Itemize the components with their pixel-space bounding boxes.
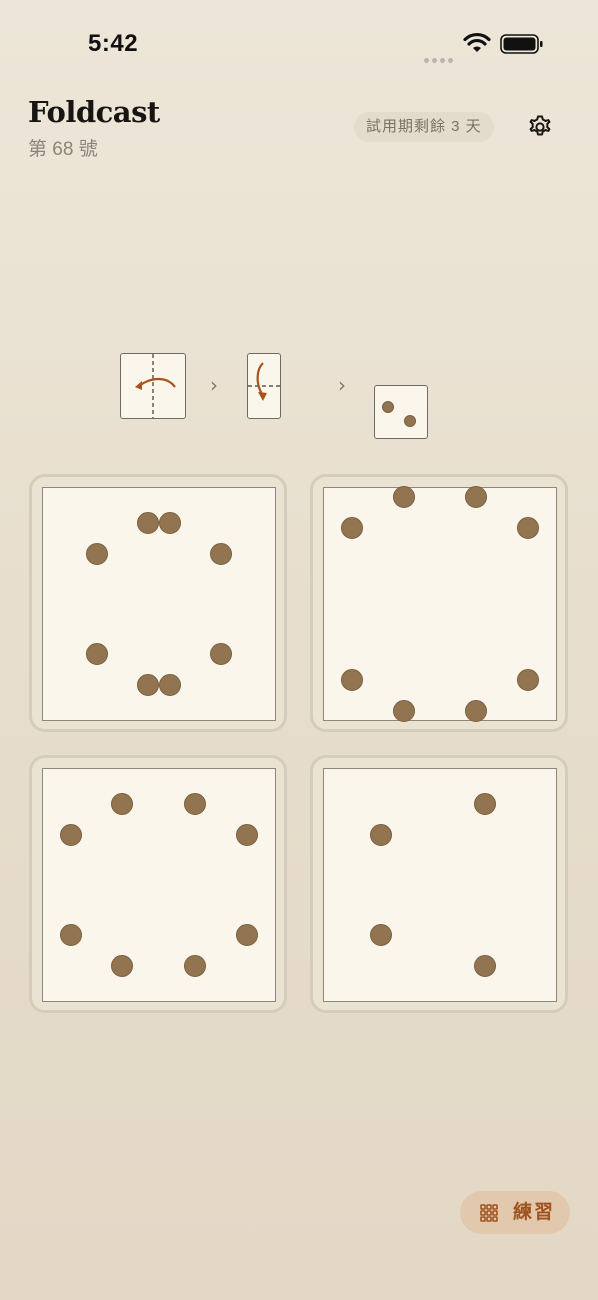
fold-step-2 [247, 353, 281, 419]
status-bar: 5:42 [0, 0, 598, 88]
punch-hole [465, 486, 487, 508]
answer-option-c[interactable] [29, 755, 287, 1013]
wifi-icon [463, 32, 491, 52]
punch-hole [210, 543, 232, 565]
trial-badge[interactable]: 試用期剩餘 3 天 [354, 112, 494, 142]
punch-hole [137, 674, 159, 696]
gear-icon[interactable] [526, 113, 554, 141]
punch-hole [517, 517, 539, 539]
punch-hole [210, 643, 232, 665]
punch-hole [86, 643, 108, 665]
punch-hole [86, 543, 108, 565]
punch-hole [474, 955, 496, 977]
practice-button[interactable]: 練習 [460, 1191, 570, 1234]
punch-hole [236, 824, 258, 846]
punch-hole [137, 512, 159, 534]
unfold-arrow-icon [135, 354, 176, 418]
unfolded-paper [323, 486, 557, 722]
punch-hole [393, 700, 415, 722]
punch-hole [370, 824, 392, 846]
chevron-right-icon: › [210, 373, 218, 397]
punch-hole [60, 924, 82, 946]
fold-result [374, 385, 428, 439]
punch-hole [341, 517, 363, 539]
answer-option-d[interactable] [310, 755, 568, 1013]
punch-hole [159, 512, 181, 534]
punch-hole [184, 955, 206, 977]
answer-option-b[interactable] [310, 474, 568, 732]
punch-hole [404, 415, 416, 427]
practice-button-label: 練習 [513, 1202, 556, 1223]
punch-hole [236, 924, 258, 946]
punch-hole [184, 793, 206, 815]
punch-hole [382, 401, 394, 413]
punch-hole [474, 793, 496, 815]
grid-icon [480, 1204, 498, 1222]
unfold-arrow-icon [248, 362, 280, 401]
fold-sequence: › › [0, 340, 598, 450]
answer-option-a[interactable] [29, 474, 287, 732]
punch-hole [341, 669, 363, 691]
punch-hole [111, 955, 133, 977]
unfolded-paper [323, 768, 557, 1002]
punch-hole [159, 674, 181, 696]
signal-dots-icon [424, 48, 456, 63]
punch-hole [393, 486, 415, 508]
punch-hole [517, 669, 539, 691]
fold-step-1 [120, 353, 186, 419]
battery-icon [500, 34, 543, 54]
issue-number: 第 68 號 [28, 139, 98, 160]
app-title: Foldcast [28, 95, 160, 129]
punch-hole [60, 824, 82, 846]
unfolded-paper [42, 487, 276, 721]
unfolded-paper [42, 768, 276, 1002]
punch-hole [465, 700, 487, 722]
chevron-right-icon: › [338, 373, 346, 397]
punch-hole [111, 793, 133, 815]
status-time: 5:42 [88, 30, 139, 57]
punch-hole [370, 924, 392, 946]
